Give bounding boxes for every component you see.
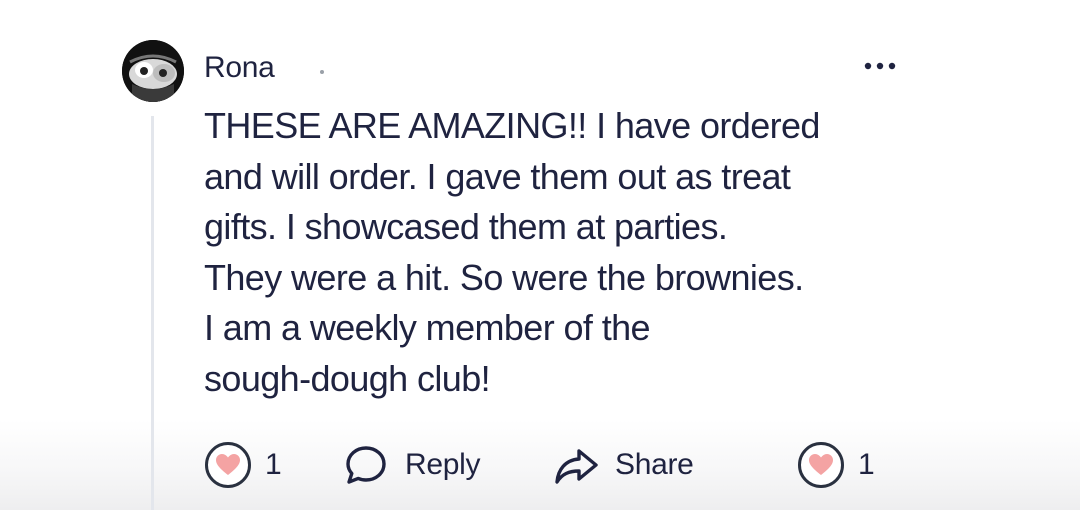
avatar-image	[122, 40, 184, 102]
more-horizontal-icon	[864, 62, 896, 70]
avatar[interactable]	[122, 40, 184, 102]
comment-text: THESE ARE AMAZING!! I have ordered and w…	[204, 105, 820, 399]
reply-button[interactable]: Reply	[343, 440, 481, 490]
like-count: 1	[265, 448, 282, 481]
share-label: Share	[615, 448, 694, 481]
like-button[interactable]: 1	[205, 440, 282, 490]
more-options-button[interactable]	[858, 52, 904, 80]
reply-icon	[346, 446, 386, 484]
separator-dot	[320, 70, 324, 74]
author-name[interactable]: Rona	[204, 50, 275, 86]
comment-card: Rona THESE ARE AMAZING!! I have ordered …	[0, 0, 1080, 510]
share-icon	[555, 449, 598, 484]
heart-icon	[205, 442, 251, 488]
reply-label: Reply	[405, 448, 481, 481]
share-button[interactable]: Share	[553, 440, 694, 490]
author-like-button[interactable]: 1	[798, 440, 875, 490]
heart-icon	[798, 442, 844, 488]
thread-line	[151, 116, 154, 510]
author-like-count: 1	[858, 448, 875, 481]
